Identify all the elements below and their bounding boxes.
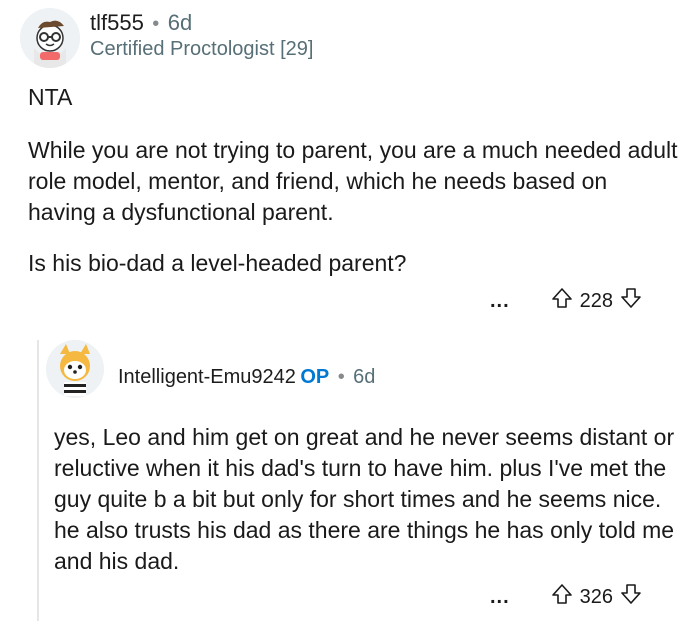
meta-separator: •	[152, 13, 160, 35]
parent-username[interactable]: tlf555	[90, 10, 144, 35]
parent-flair: Certified Proctologist [29]	[90, 38, 314, 60]
reply-age: 6d	[353, 366, 376, 388]
reply-meta: Intelligent-Emu9242 OP • 6d	[118, 366, 375, 389]
reply-username[interactable]: Intelligent-Emu9242	[118, 366, 296, 388]
upvote-icon[interactable]	[550, 582, 574, 612]
parent-avatar[interactable]	[20, 8, 80, 68]
reply-comment: Intelligent-Emu9242 OP • 6d yes, Leo and…	[0, 330, 700, 621]
downvote-icon[interactable]	[619, 286, 643, 316]
more-options-icon[interactable]: ...	[490, 290, 510, 313]
upvote-icon[interactable]	[550, 286, 574, 316]
downvote-icon[interactable]	[619, 582, 643, 612]
parent-paragraph: NTA	[28, 84, 73, 110]
parent-comment: tlf555 • 6d Certified Proctologist [29] …	[0, 0, 700, 320]
parent-vote-count: 228	[579, 289, 614, 312]
parent-actions: ... 228	[490, 286, 643, 316]
reply-body: yes, Leo and him get on great and he nev…	[54, 422, 689, 577]
avatar-character-icon	[46, 340, 104, 398]
reply-paragraph: yes, Leo and him get on great and he nev…	[54, 424, 675, 574]
meta-separator: •	[337, 366, 345, 388]
avatar-character-icon	[20, 8, 80, 68]
reply-avatar[interactable]	[46, 340, 104, 398]
reply-actions: ... 326	[490, 582, 643, 612]
parent-paragraph: Is his bio-dad a level-headed parent?	[28, 250, 407, 276]
more-options-icon[interactable]: ...	[490, 586, 510, 609]
parent-age: 6d	[167, 10, 193, 35]
parent-meta: tlf555 • 6d	[90, 10, 192, 36]
parent-body: NTA While you are not trying to parent, …	[28, 82, 678, 299]
parent-paragraph: While you are not trying to parent, you …	[28, 137, 678, 225]
reply-vote-count: 326	[579, 585, 614, 608]
op-badge: OP	[300, 366, 330, 388]
